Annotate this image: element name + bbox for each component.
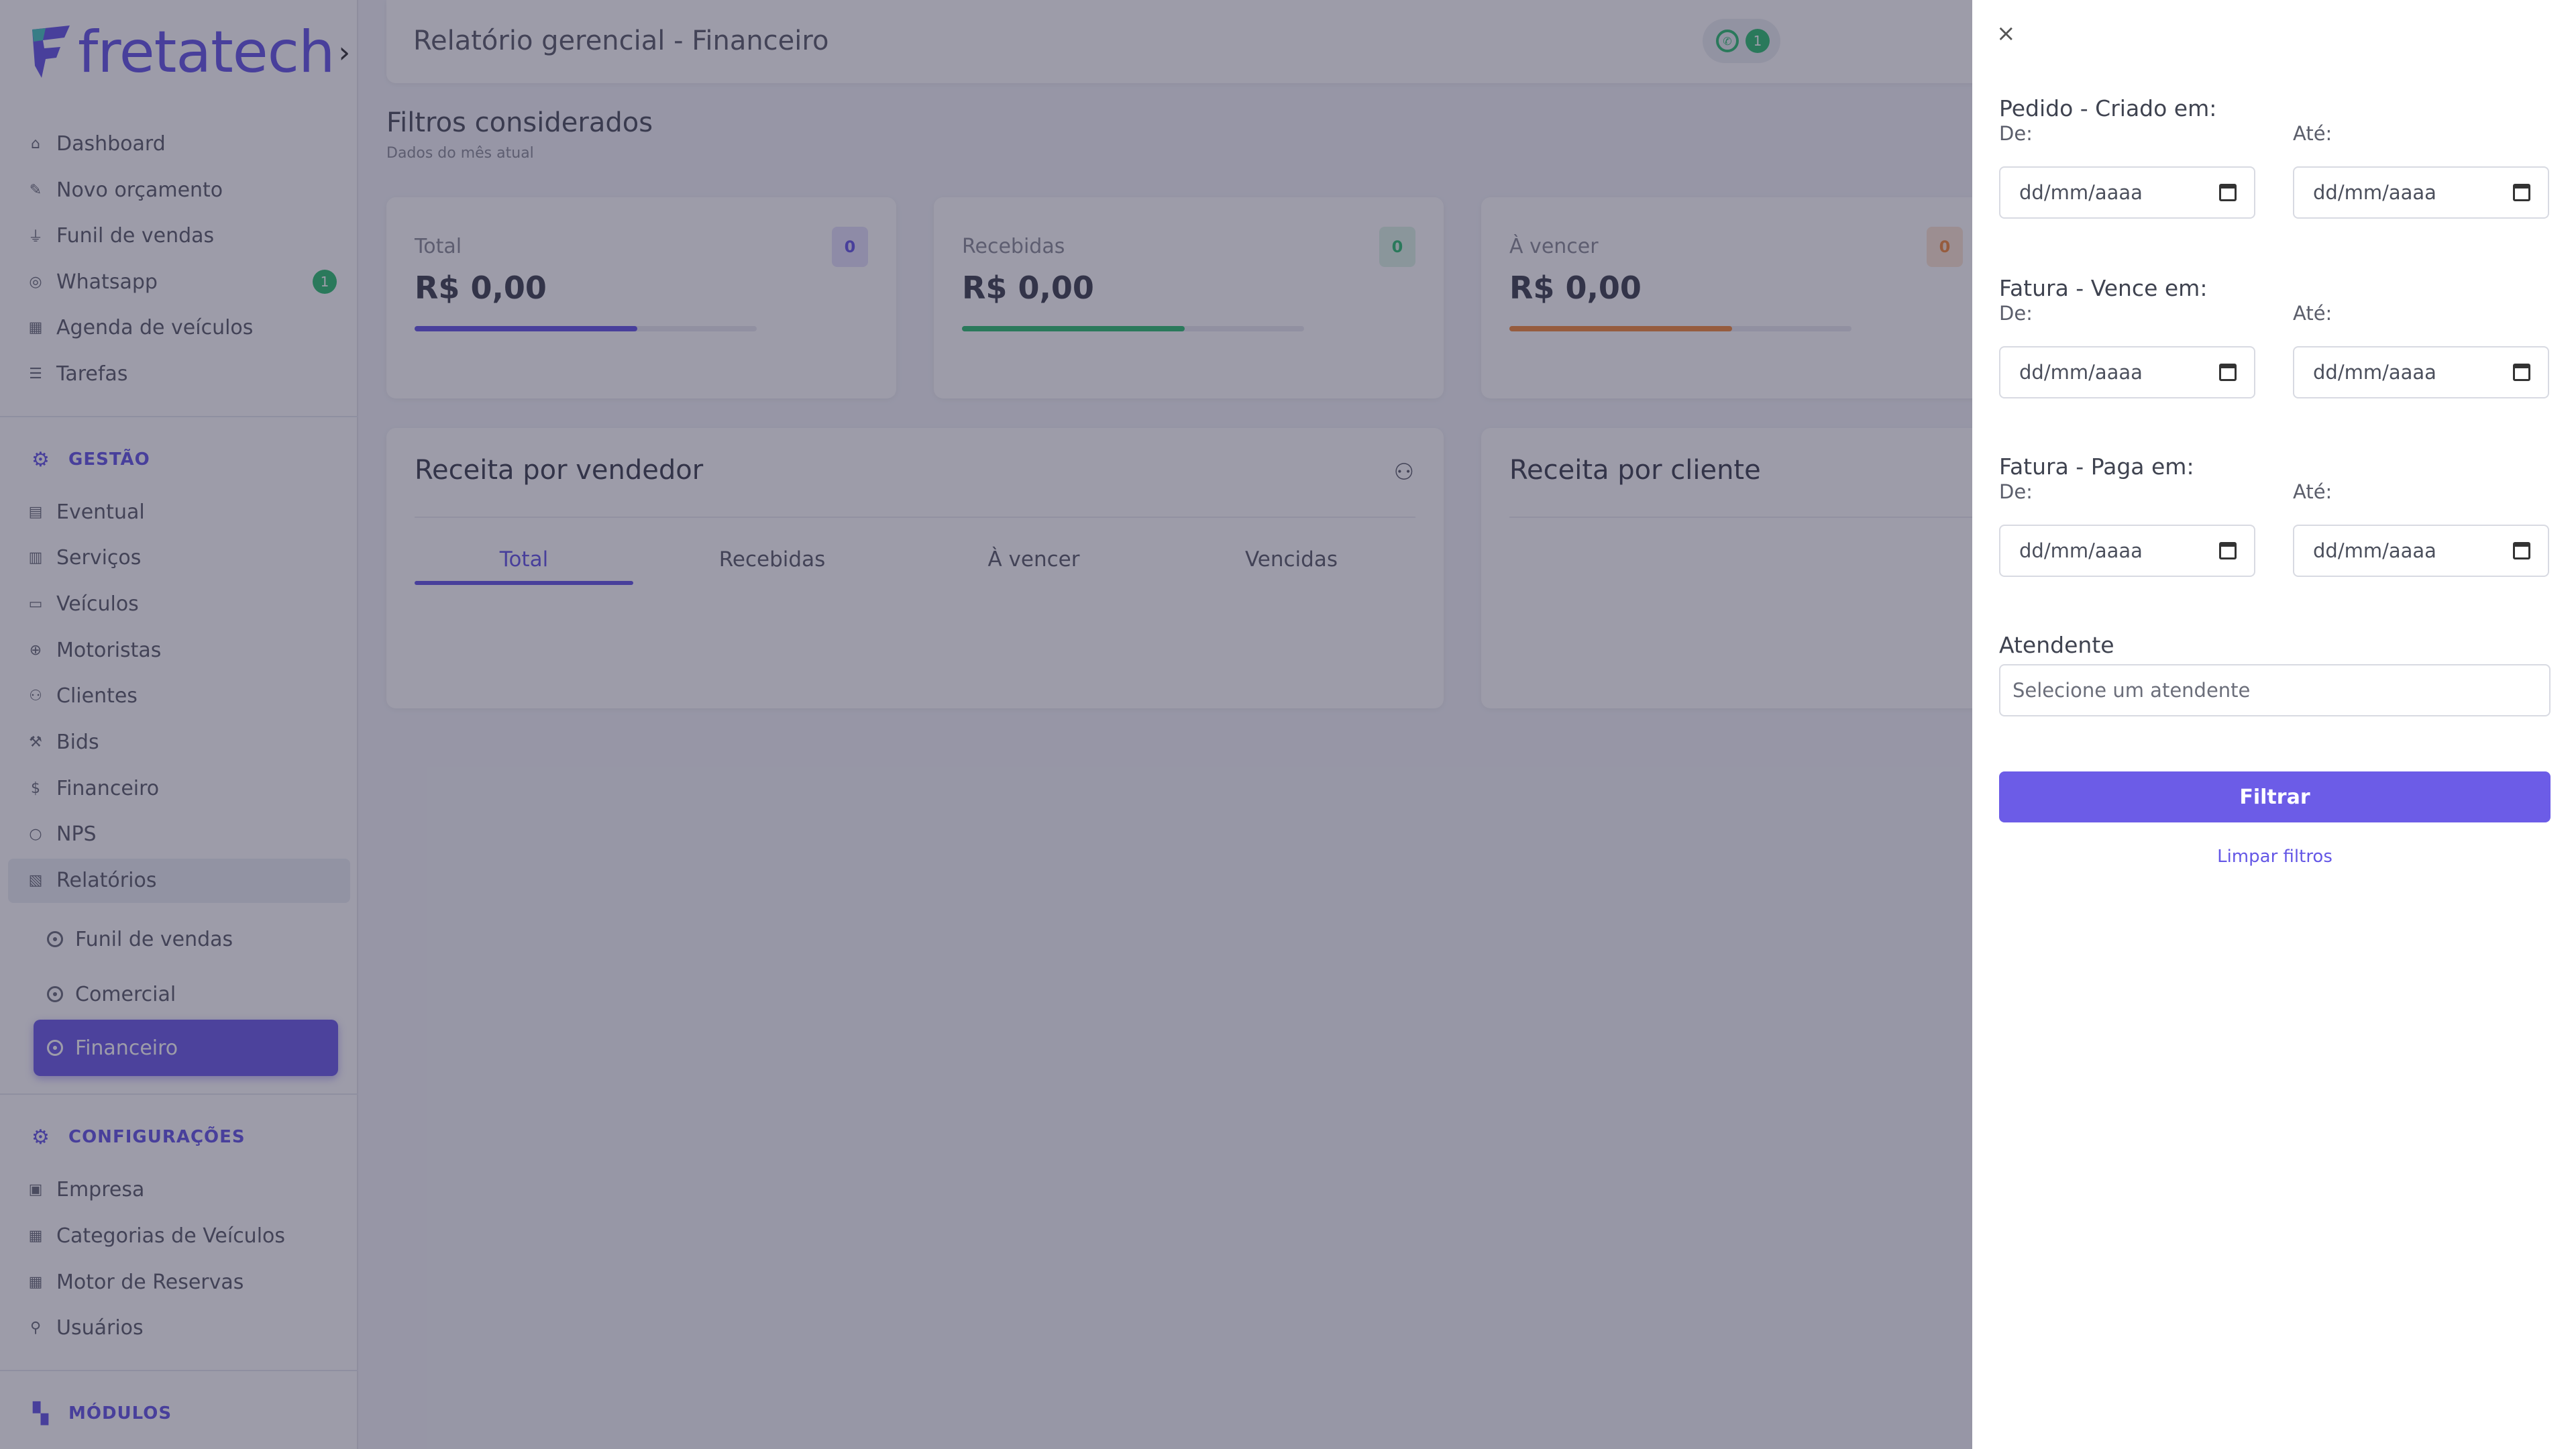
filter-group-title: Pedido - Criado em: [1999, 95, 2217, 121]
modal-backdrop[interactable] [0, 0, 1972, 1449]
filter-group-title: Fatura - Paga em: [1999, 453, 2194, 480]
filter-group-title: Fatura - Vence em: [1999, 275, 2208, 301]
calendar-icon[interactable] [2513, 364, 2530, 381]
pedido-criado-to-date-input[interactable]: dd/mm/aaaa [2293, 166, 2549, 219]
calendar-icon[interactable] [2219, 184, 2237, 201]
date-input-value: dd/mm/aaaa [2313, 539, 2436, 562]
pedido-criado-from-date-input[interactable]: dd/mm/aaaa [1999, 166, 2255, 219]
calendar-icon[interactable] [2219, 542, 2237, 559]
filter-drawer: × Pedido - Criado em: De: Até: dd/mm/aaa… [1972, 0, 2576, 1449]
fatura-vence-to-date-input[interactable]: dd/mm/aaaa [2293, 346, 2549, 398]
date-input-value: dd/mm/aaaa [2313, 361, 2436, 384]
fatura-paga-from-date-input[interactable]: dd/mm/aaaa [1999, 525, 2255, 577]
to-label: Até: [2293, 480, 2332, 503]
to-label: Até: [2293, 122, 2332, 145]
date-input-value: dd/mm/aaaa [2019, 181, 2143, 204]
to-label: Até: [2293, 302, 2332, 325]
close-icon[interactable]: × [1996, 20, 2016, 47]
atendente-select[interactable]: Selecione um atendente [1999, 664, 2551, 716]
fatura-paga-to-date-input[interactable]: dd/mm/aaaa [2293, 525, 2549, 577]
date-input-value: dd/mm/aaaa [2019, 361, 2143, 384]
limpar-filtros-link[interactable]: Limpar filtros [1999, 847, 2551, 867]
calendar-icon[interactable] [2513, 184, 2530, 201]
from-label: De: [1999, 122, 2033, 145]
filtrar-button[interactable]: Filtrar [1999, 771, 2551, 822]
from-label: De: [1999, 302, 2033, 325]
calendar-icon[interactable] [2219, 364, 2237, 381]
calendar-icon[interactable] [2513, 542, 2530, 559]
atendente-placeholder: Selecione um atendente [2012, 679, 2251, 702]
atendente-label: Atendente [1999, 632, 2114, 658]
from-label: De: [1999, 480, 2033, 503]
fatura-vence-from-date-input[interactable]: dd/mm/aaaa [1999, 346, 2255, 398]
date-input-value: dd/mm/aaaa [2019, 539, 2143, 562]
date-input-value: dd/mm/aaaa [2313, 181, 2436, 204]
